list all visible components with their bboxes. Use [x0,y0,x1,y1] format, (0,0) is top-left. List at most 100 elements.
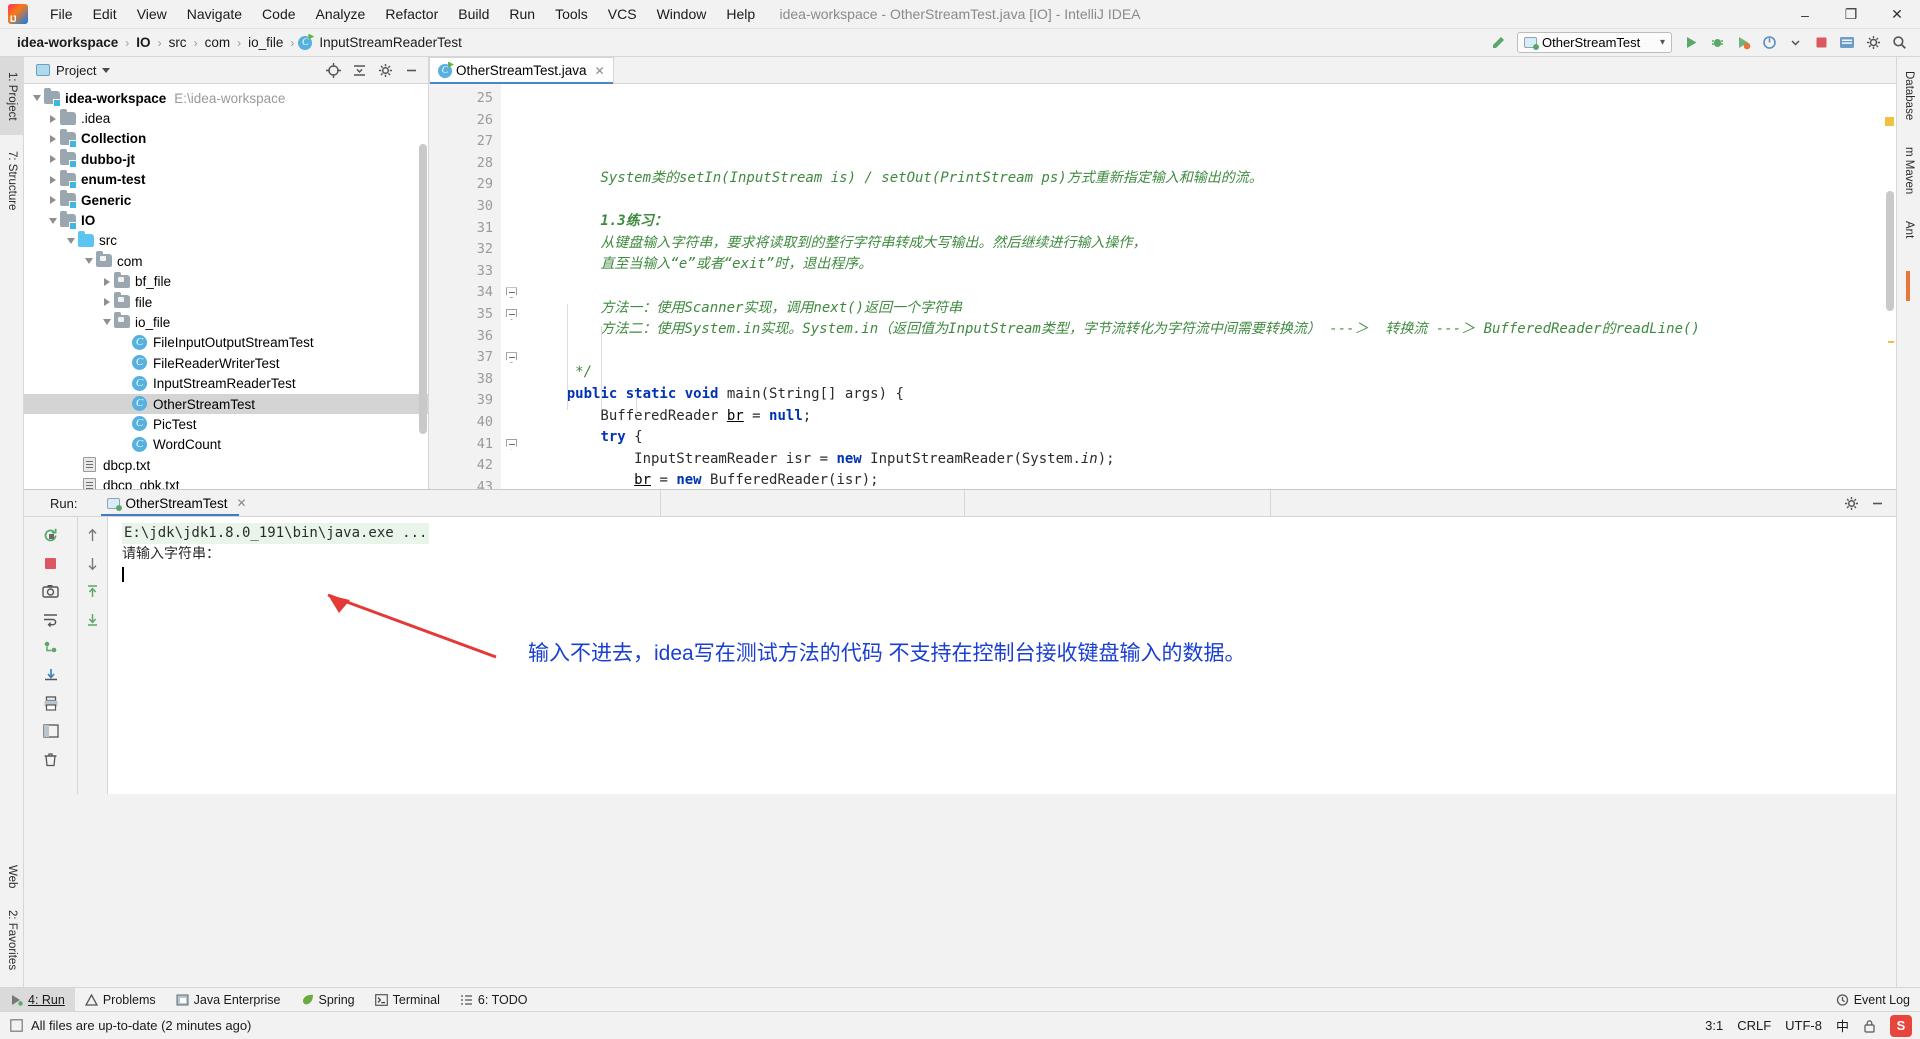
twisty-down-icon[interactable] [82,258,96,265]
minimize-button[interactable]: – [1782,0,1828,29]
chevron-down-icon[interactable] [1783,31,1807,55]
status-caret-position[interactable]: 3:1 [1705,1018,1723,1033]
tree-item-otherstreamtest[interactable]: C OtherStreamTest [24,393,428,415]
scroll-to-end-icon[interactable] [80,606,106,632]
code-folding-gutter[interactable] [501,84,523,489]
code-line[interactable] [523,341,1896,363]
menu-code[interactable]: Code [252,3,305,25]
chevron-down-icon[interactable]: ▾ [1650,37,1665,48]
breadcrumb-item-idea-workspace[interactable]: idea-workspace [14,34,121,51]
code-line[interactable] [523,190,1896,212]
menu-tools[interactable]: Tools [545,3,598,25]
breadcrumb-item-inputstreamreadertest[interactable]: InputStreamReaderTest [316,34,465,51]
toolwindow-java-enterprise[interactable]: Java Enterprise [166,988,291,1012]
tree-item-src[interactable]: src [24,230,428,251]
fold-toggle-icon[interactable] [506,287,517,299]
tree-item-inputstreamreadertest[interactable]: C InputStreamReaderTest [24,373,428,393]
project-tree[interactable]: idea-workspace E:\idea-workspace .idea C… [24,84,428,489]
menu-help[interactable]: Help [716,3,765,25]
editor-scrollbar[interactable] [1886,191,1894,311]
code-line[interactable]: BufferedReader br = null; [523,406,1896,428]
print-icon[interactable] [38,690,64,716]
status-line-separator[interactable]: CRLF [1737,1018,1771,1033]
tree-item-idea-workspace[interactable]: idea-workspace E:\idea-workspace [24,88,428,108]
code-line[interactable]: InputStreamReader isr = new InputStreamR… [523,449,1896,471]
tree-item-generic[interactable]: Generic [24,190,428,210]
hide-panel-icon[interactable] [399,58,423,82]
toolwindow-event-log[interactable]: Event Log [1826,988,1920,1012]
settings-icon[interactable] [1861,31,1885,55]
search-everywhere-icon[interactable] [1887,31,1911,55]
fold-toggle-icon[interactable] [506,308,517,320]
twisty-right-icon[interactable] [46,196,60,205]
debug-icon[interactable] [1705,31,1729,55]
sogou-input-logo[interactable]: S [1890,1014,1912,1037]
code-line[interactable]: public static void main(String[] args) { [523,384,1896,406]
tree-item-dbcp-txt[interactable]: dbcp.txt [24,455,428,475]
sidebar-item-web[interactable]: Web [0,859,24,895]
project-tree-scrollbar[interactable] [419,144,427,434]
twisty-right-icon[interactable] [46,155,60,164]
sidebar-item-favorites[interactable]: 2: Favorites [0,895,24,985]
target-scroll-from-source-icon[interactable] [321,58,345,82]
status-ime-indicator[interactable]: 中 [1836,1016,1849,1035]
twisty-right-icon[interactable] [100,277,114,286]
menu-refactor[interactable]: Refactor [375,3,448,25]
tree-item-dbcp-gbk-txt[interactable]: dbcp_gbk.txt [24,475,428,489]
twisty-right-icon[interactable] [46,134,60,143]
hammer-build-icon[interactable] [1486,31,1510,55]
menu-analyze[interactable]: Analyze [306,3,376,25]
status-memory-icon[interactable] [10,1019,23,1032]
code-line[interactable]: 方法二：使用System.in实现。System.in（返回值为InputStr… [523,319,1896,341]
toolwindow-problems[interactable]: Problems [75,988,166,1012]
twisty-down-icon[interactable] [30,95,44,102]
menu-navigate[interactable]: Navigate [177,3,252,25]
close-icon[interactable]: ✕ [595,64,605,78]
sidebar-item-ant[interactable]: Ant [1897,207,1920,253]
code-line[interactable]: 1.3练习： [523,211,1896,233]
tree-item-io[interactable]: IO [24,210,428,230]
tree-item-com[interactable]: com [24,251,428,271]
tree-item-dubbo-jt[interactable]: dubbo-jt [24,149,428,169]
sidebar-item-structure[interactable]: 7: Structure [0,135,24,227]
tree-item-bf-file[interactable]: bf_file [24,271,428,292]
tree-item-filereaderwritertest[interactable]: C FileReaderWriterTest [24,353,428,373]
menu-view[interactable]: View [127,3,177,25]
source-code[interactable]: System类的setIn(InputStream is) / setOut(P… [523,84,1896,489]
menu-build[interactable]: Build [448,3,499,25]
settings-icon[interactable] [1839,491,1863,515]
tab-otherstreamtest-java[interactable]: C OtherStreamTest.java ✕ [429,57,614,84]
soft-wrap-icon[interactable] [38,606,64,632]
profiler-icon[interactable] [1757,31,1781,55]
collapse-all-icon[interactable] [347,58,371,82]
scroll-down-icon[interactable] [80,550,106,576]
code-editor[interactable]: 25 26 27 28 29 30 31 32 33 34 35 36 37 38 39 40 41 42 43 S… [429,84,1896,489]
code-line[interactable]: */ [523,362,1896,384]
breadcrumb-item-io[interactable]: IO [133,34,153,51]
fold-toggle-icon[interactable] [506,352,517,364]
tree-item-pictest[interactable]: C PicTest [24,414,428,434]
tree-item-file[interactable]: file [24,292,428,312]
stop-icon[interactable] [1809,31,1833,55]
code-line[interactable] [523,276,1896,298]
code-line[interactable]: br = new BufferedReader(isr); [523,470,1896,489]
code-line[interactable]: 从键盘输入字符串，要求将读取到的整行字符串转成大写输出。然后继续进行输入操作， [523,233,1896,255]
updates-icon[interactable] [1835,31,1859,55]
twisty-right-icon[interactable] [46,175,60,184]
sidebar-item-project[interactable]: 1: Project [0,57,24,135]
status-lock-icon[interactable] [1863,1019,1876,1033]
close-button[interactable]: ✕ [1874,0,1920,29]
maximize-button[interactable]: ❐ [1828,0,1874,29]
menu-window[interactable]: Window [647,3,717,25]
tree-item-idea[interactable]: .idea [24,108,428,128]
layout-settings-icon[interactable] [38,718,64,744]
toolwindow-run[interactable]: 4: Run [0,987,75,1012]
sidebar-item-maven[interactable]: m Maven [1897,135,1920,207]
run-configuration-selector[interactable]: OtherStreamTest ▾ [1517,32,1672,53]
fold-toggle-icon[interactable] [506,438,517,450]
settings-icon[interactable] [373,58,397,82]
chevron-down-icon[interactable] [102,67,111,73]
breadcrumb-item-com[interactable]: com [202,34,234,51]
twisty-down-icon[interactable] [100,319,114,326]
close-icon[interactable]: ✕ [237,496,247,510]
